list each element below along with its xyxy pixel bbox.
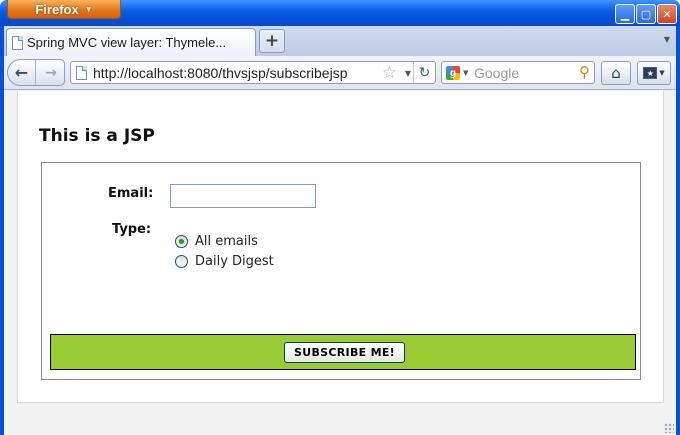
email-field[interactable] [170,184,316,208]
type-label: Type: [112,222,152,237]
content-viewport: This is a JSP Email: Type: All emails Da… [4,91,676,435]
url-bar[interactable]: http://localhost:8080/thvsjsp/subscribej… [70,61,436,84]
reload-icon[interactable]: ↻ [413,62,435,83]
close-icon: ✕ [662,7,672,21]
minimize-button[interactable]: ▁ [615,4,635,24]
url-text[interactable]: http://localhost:8080/thvsjsp/subscribej… [93,65,347,81]
navigation-toolbar: ← → http://localhost:8080/thvsjsp/subscr… [4,56,676,90]
forward-arrow-icon: → [45,64,57,81]
google-icon[interactable]: g [446,66,460,80]
search-engine-chevron-icon[interactable]: ▼ [463,69,468,77]
subscribe-button[interactable]: SUBSCRIBE ME! [284,342,405,363]
chevron-down-icon: ▼ [659,69,665,77]
minimize-icon: ▁ [620,7,630,21]
firefox-menu-label: Firefox [35,1,79,17]
page-document: This is a JSP Email: Type: All emails Da… [17,91,664,403]
tab-active[interactable]: Spring MVC view layer: Thymele... [6,28,256,56]
chevron-down-icon: ▼ [84,4,93,14]
type-option-all-emails[interactable]: All emails [175,234,258,249]
radio-daily-digest[interactable] [175,255,188,268]
close-button[interactable]: ✕ [657,4,677,24]
new-tab-button[interactable]: + [259,29,285,53]
title-bar: Firefox ▼ ▁ ▢ ✕ [0,0,680,26]
submit-bar: SUBSCRIBE ME! [50,334,636,370]
tab-strip: Spring MVC view layer: Thymele... + ▼ [4,26,676,56]
back-arrow-icon: ← [14,63,29,82]
maximize-button[interactable]: ▢ [636,4,656,24]
bookmarks-button[interactable]: ★ ▼ [637,61,671,85]
page-icon [76,65,87,80]
search-box: g ▼ ⚲ [441,61,595,84]
search-input[interactable] [474,63,570,82]
browser-window: Firefox ▼ ▁ ▢ ✕ Spring MVC view layer: T… [0,0,680,435]
radio-label-daily-digest[interactable]: Daily Digest [195,254,274,269]
plus-icon: + [264,31,280,51]
url-history-chevron-icon[interactable]: ▼ [405,69,411,78]
type-option-daily-digest[interactable]: Daily Digest [175,254,274,269]
subscribe-form: Email: Type: All emails Daily Digest SUB… [41,162,641,380]
tab-list-chevron-icon[interactable]: ▼ [664,35,670,44]
radio-label-all-emails[interactable]: All emails [195,234,258,249]
page-title: This is a JSP [39,126,155,146]
bookmarks-icon: ★ [643,67,658,79]
forward-button[interactable]: → [38,60,64,85]
back-button[interactable]: ← [8,60,36,85]
email-label: Email: [108,186,154,201]
home-icon: ⌂ [611,64,621,82]
home-button[interactable]: ⌂ [601,61,631,85]
resize-grip[interactable] [664,423,674,433]
radio-dot-icon [179,239,184,244]
tab-title: Spring MVC view layer: Thymele... [27,35,227,50]
browser-client-area: Spring MVC view layer: Thymele... + ▼ ← … [4,26,676,435]
maximize-icon: ▢ [640,7,652,21]
page-icon [12,35,23,50]
firefox-menu-button[interactable]: Firefox ▼ [7,0,121,19]
back-forward-group: ← → [7,59,65,86]
radio-all-emails[interactable] [175,235,188,248]
magnifier-icon[interactable]: ⚲ [579,63,590,81]
star-icon[interactable]: ☆ [382,63,397,83]
